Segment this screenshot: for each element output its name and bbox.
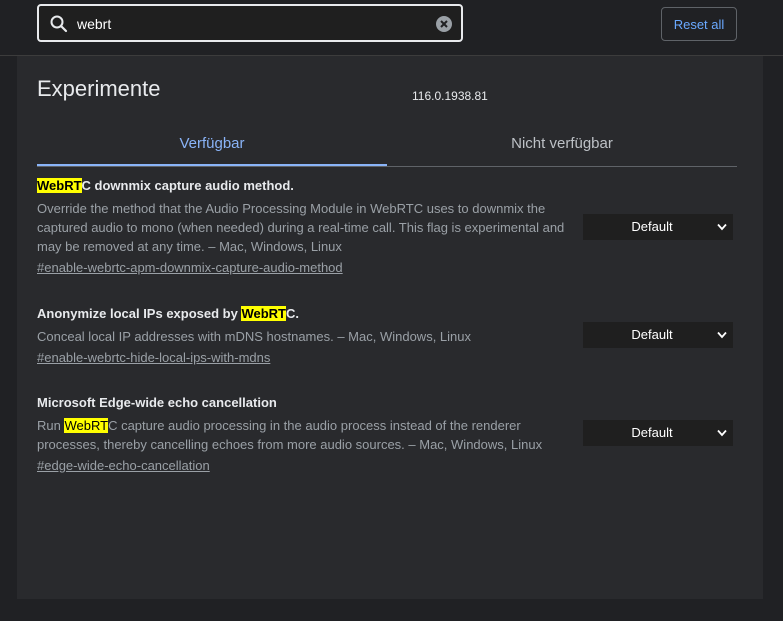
search-highlight: WebRT: [64, 418, 109, 433]
experiment-select[interactable]: Default: [583, 214, 733, 240]
chevron-down-icon: [717, 429, 727, 437]
search-box[interactable]: [37, 4, 463, 42]
search-highlight: WebRT: [37, 178, 82, 193]
experiment-title: Anonymize local IPs exposed by WebRTC.: [37, 306, 737, 321]
clear-search-icon[interactable]: [435, 15, 453, 33]
experiment-title: WebRTC downmix capture audio method.: [37, 178, 737, 193]
description-text: C capture audio processing in the audio …: [37, 418, 543, 452]
tab-bar: Verfügbar Nicht verfügbar: [37, 126, 737, 167]
tab-available[interactable]: Verfügbar: [37, 126, 387, 166]
search-icon: [50, 15, 68, 33]
tab-unavailable[interactable]: Nicht verfügbar: [387, 126, 737, 164]
reset-all-button[interactable]: Reset all: [661, 7, 737, 41]
experiment-title-text: C.: [286, 306, 299, 321]
select-value: Default: [631, 425, 673, 440]
experiment-title-text: C downmix capture audio method.: [81, 178, 294, 193]
experiment-description: Run WebRTC capture audio processing in t…: [37, 416, 567, 454]
version-label: 116.0.1938.81: [412, 89, 488, 103]
select-value: Default: [631, 327, 673, 342]
search-input[interactable]: [75, 11, 439, 37]
experiments-panel: Experimente 116.0.1938.81 Verfügbar Nich…: [17, 56, 763, 599]
experiment-select[interactable]: Default: [583, 322, 733, 348]
experiment-description: Override the method that the Audio Proce…: [37, 201, 565, 254]
search-highlight: WebRT: [241, 306, 286, 321]
page-title: Experimente: [37, 76, 161, 101]
experiment-title-text: Anonymize local IPs exposed by: [37, 306, 242, 321]
experiment-description: Conceal local IP addresses with mDNS hos…: [37, 329, 472, 344]
select-value: Default: [631, 219, 673, 234]
experiment-link[interactable]: #enable-webrtc-hide-local-ips-with-mdns: [37, 350, 270, 365]
chevron-down-icon: [717, 331, 727, 339]
experiment-link[interactable]: #edge-wide-echo-cancellation: [37, 458, 210, 473]
experiment-title: Microsoft Edge-wide echo cancellation: [37, 395, 277, 410]
chevron-down-icon: [717, 223, 727, 231]
description-text: Run: [37, 418, 65, 433]
experiment-select[interactable]: Default: [583, 420, 733, 446]
top-bar: Reset all: [0, 0, 783, 56]
experiment-link[interactable]: #enable-webrtc-apm-downmix-capture-audio…: [37, 260, 343, 275]
